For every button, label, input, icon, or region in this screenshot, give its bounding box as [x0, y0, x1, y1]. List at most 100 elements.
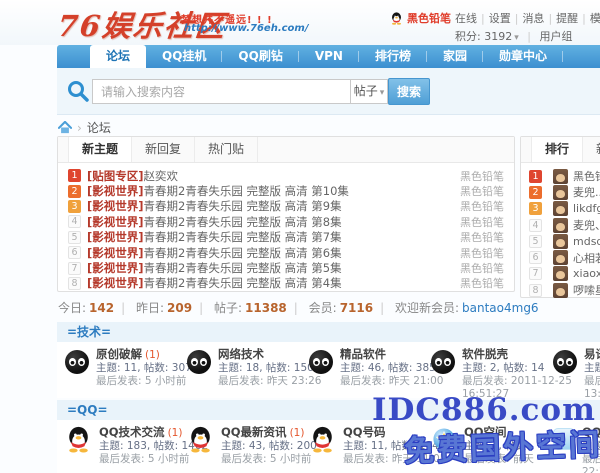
member-avatar[interactable]	[553, 266, 568, 281]
thread-title[interactable]: 青春期2青春失乐园 完整版 高清 第8集	[144, 214, 452, 230]
thread-category[interactable]: [影视世界]	[87, 229, 144, 245]
member-row[interactable]: 8啰嗦星	[529, 282, 600, 298]
thread-author[interactable]: 黑色铅笔	[460, 168, 504, 184]
forum-name[interactable]: QQ最新资讯	[221, 425, 287, 439]
nav-tab-qq-hangup[interactable]: QQ挂机	[146, 45, 222, 68]
forum-lastpost[interactable]: 最后发表: 5 小时前	[221, 453, 317, 466]
member-name[interactable]: 啰嗦星	[573, 282, 600, 298]
member-name[interactable]: 心相若则不离	[573, 250, 600, 266]
member-name[interactable]: likdfgs	[573, 202, 600, 215]
forum-name[interactable]: QQ空间	[464, 425, 507, 439]
member-name[interactable]: mdsq	[573, 235, 600, 248]
member-row[interactable]: 7xiaoxing123	[529, 266, 600, 282]
forum-lastpost[interactable]: 最后发表:	[584, 375, 600, 388]
thread-author[interactable]: 黑色铅笔	[460, 214, 504, 230]
thread-row[interactable]: 4[影视世界]青春期2青春失乐园 完整版 高清 第8集黑色铅笔	[68, 214, 504, 229]
thread-row[interactable]: 7[影视世界]青春期2青春失乐园 完整版 高清 第5集黑色铅笔	[68, 260, 504, 275]
forum-name[interactable]: 原创破解	[96, 347, 142, 361]
forum-block[interactable]: 软件脱壳 主题: 2, 帖数: 14 最后发表: 2011-12-25 16:5…	[431, 348, 553, 398]
nav-tab-ranking[interactable]: 排行榜	[359, 45, 427, 68]
thread-author[interactable]: 黑色铅笔	[460, 260, 504, 276]
member-row[interactable]: 3likdfgs	[529, 201, 600, 217]
thread-title[interactable]: 青春期2青春失乐园 完整版 高清 第7集	[144, 229, 452, 245]
forum-lastpost[interactable]: 最后发表: 5 小时前	[96, 375, 192, 388]
forum-name[interactable]: QQ技术交流	[99, 425, 165, 439]
thread-row[interactable]: 1[贴图专区]赵奕欢黑色铅笔	[68, 168, 504, 183]
forum-name[interactable]: 软件脱壳	[462, 347, 508, 361]
member-avatar[interactable]	[553, 250, 568, 265]
thread-author[interactable]: 黑色铅笔	[460, 229, 504, 245]
member-name[interactable]: xiaoxing123	[573, 267, 600, 280]
forum-block[interactable]: QQ技术交流(1) 主题: 183, 帖数: 1462 最后发表: 5 小时前	[65, 426, 187, 473]
thread-row[interactable]: 6[影视世界]青春期2青春失乐园 完整版 高清 第6集黑色铅笔	[68, 245, 504, 260]
user-link-messages[interactable]: 消息	[522, 10, 544, 26]
member-row[interactable]: 5mdsq	[529, 233, 600, 249]
thread-row[interactable]: 2[影视世界]青春期2青春失乐园 完整版 高清 第10集黑色铅笔	[68, 183, 504, 198]
tab-new-replies[interactable]: 新回复	[132, 137, 195, 162]
forum-lastpost[interactable]: 最后发表: 昨天 23:26	[218, 375, 321, 388]
user-link-notices[interactable]: 提醒	[556, 10, 578, 26]
username-link[interactable]: 黑色铅笔	[407, 10, 451, 26]
forum-block[interactable]: QQ号码 主题: 11, 帖数: 134 最后发表: 昨天 11:05	[309, 426, 431, 473]
member-avatar[interactable]	[553, 169, 568, 184]
search-scope-select[interactable]: 帖子	[350, 79, 388, 104]
nav-tab-home[interactable]: 家园	[427, 45, 483, 68]
member-name[interactable]: 麦兜...小峰	[573, 184, 600, 200]
member-name[interactable]: 麦兜、_A姐	[573, 217, 600, 233]
forum-lastpost[interactable]: 最后发表: 前天	[464, 453, 534, 466]
member-row[interactable]: 4麦兜、_A姐	[529, 217, 600, 233]
search-input[interactable]	[92, 79, 351, 104]
thread-category[interactable]: [影视世界]	[87, 260, 144, 276]
thread-author[interactable]: 黑色铅笔	[460, 198, 504, 214]
nav-tab-vpn[interactable]: VPN	[299, 45, 359, 68]
breadcrumb-current[interactable]: 论坛	[87, 119, 111, 136]
tab-hot-posts[interactable]: 热门贴	[195, 137, 258, 162]
tab-new-members[interactable]: 新会员	[583, 137, 600, 162]
thread-row[interactable]: 8[影视世界]青春期2青春失乐园 完整版 高清 第4集黑色铅笔	[68, 276, 504, 291]
welcome-user-link[interactable]: bantao4mg6	[462, 301, 539, 315]
user-link-online[interactable]: 在线	[455, 10, 477, 26]
forum-block[interactable]: QQ最新资讯(1) 主题: 43, 帖数: 200 最后发表: 5 小时前	[187, 426, 309, 473]
member-avatar[interactable]	[553, 283, 568, 298]
member-avatar[interactable]	[553, 234, 568, 249]
forum-name[interactable]: 网络技术	[218, 347, 264, 361]
thread-title[interactable]: 青春期2青春失乐园 完整版 高清 第9集	[144, 198, 452, 214]
search-button[interactable]: 搜索	[388, 78, 430, 105]
site-url[interactable]: http://www.76eh.com/	[184, 23, 309, 34]
thread-row[interactable]: 3[影视世界]青春期2青春失乐园 完整版 高清 第9集黑色铅笔	[68, 199, 504, 214]
section-title-qq[interactable]: =QQ=	[57, 400, 600, 420]
forum-name[interactable]: QQ号码	[343, 425, 386, 439]
forum-name[interactable]: 精品软件	[340, 347, 386, 361]
thread-category[interactable]: [影视世界]	[87, 198, 144, 214]
member-row[interactable]: 2麦兜...小峰	[529, 184, 600, 200]
thread-category[interactable]: [影视世界]	[87, 245, 144, 261]
thread-author[interactable]: 黑色铅笔	[460, 183, 504, 199]
forum-block[interactable]: 易语高手 主题: 1 最后发表: 13:02:4	[553, 348, 600, 398]
thread-title[interactable]: 青春期2青春失乐园 完整版 高清 第10集	[144, 183, 452, 199]
usergroup-label[interactable]: 用户组	[539, 30, 572, 43]
forum-lastpost[interactable]: 最后发表: 昨天 21:00	[340, 375, 443, 388]
forum-block[interactable]: 原创破解(1) 主题: 11, 帖数: 307 最后发表: 5 小时前	[65, 348, 187, 398]
thread-category[interactable]: [贴图专区]	[87, 168, 144, 184]
home-icon[interactable]	[58, 121, 72, 134]
nav-tab-medals[interactable]: 勋章中心	[483, 45, 563, 68]
nav-tab-qq-diamond[interactable]: QQ刷钻	[222, 45, 298, 68]
thread-row[interactable]: 5[影视世界]青春期2青春失乐园 完整版 高清 第7集黑色铅笔	[68, 230, 504, 245]
thread-title[interactable]: 青春期2青春失乐园 完整版 高清 第6集	[144, 245, 452, 261]
thread-category[interactable]: [影视世界]	[87, 275, 144, 291]
forum-name[interactable]: QQ图标	[582, 425, 600, 439]
forum-name[interactable]: 易语高手	[584, 347, 600, 361]
member-avatar[interactable]	[553, 218, 568, 233]
member-avatar[interactable]	[553, 185, 568, 200]
thread-author[interactable]: 黑色铅笔	[460, 245, 504, 261]
forum-block[interactable]: 网络技术 主题: 18, 帖数: 150 最后发表: 昨天 23:26	[187, 348, 309, 398]
member-row[interactable]: 6心相若则不离	[529, 249, 600, 265]
thread-title[interactable]: 青春期2青春失乐园 完整版 高清 第5集	[144, 260, 452, 276]
section-title-tech[interactable]: =技术=	[57, 322, 600, 342]
user-link-modules[interactable]: 模块管理	[590, 10, 600, 26]
user-link-settings[interactable]: 设置	[489, 10, 511, 26]
nav-tab-forum[interactable]: 论坛	[90, 45, 146, 68]
thread-category[interactable]: [影视世界]	[87, 214, 144, 230]
forum-block[interactable]: QQ空间 主题: 1, 帖数: 最后发表: 前天	[431, 426, 553, 473]
tab-ranking[interactable]: 排行	[531, 137, 583, 162]
